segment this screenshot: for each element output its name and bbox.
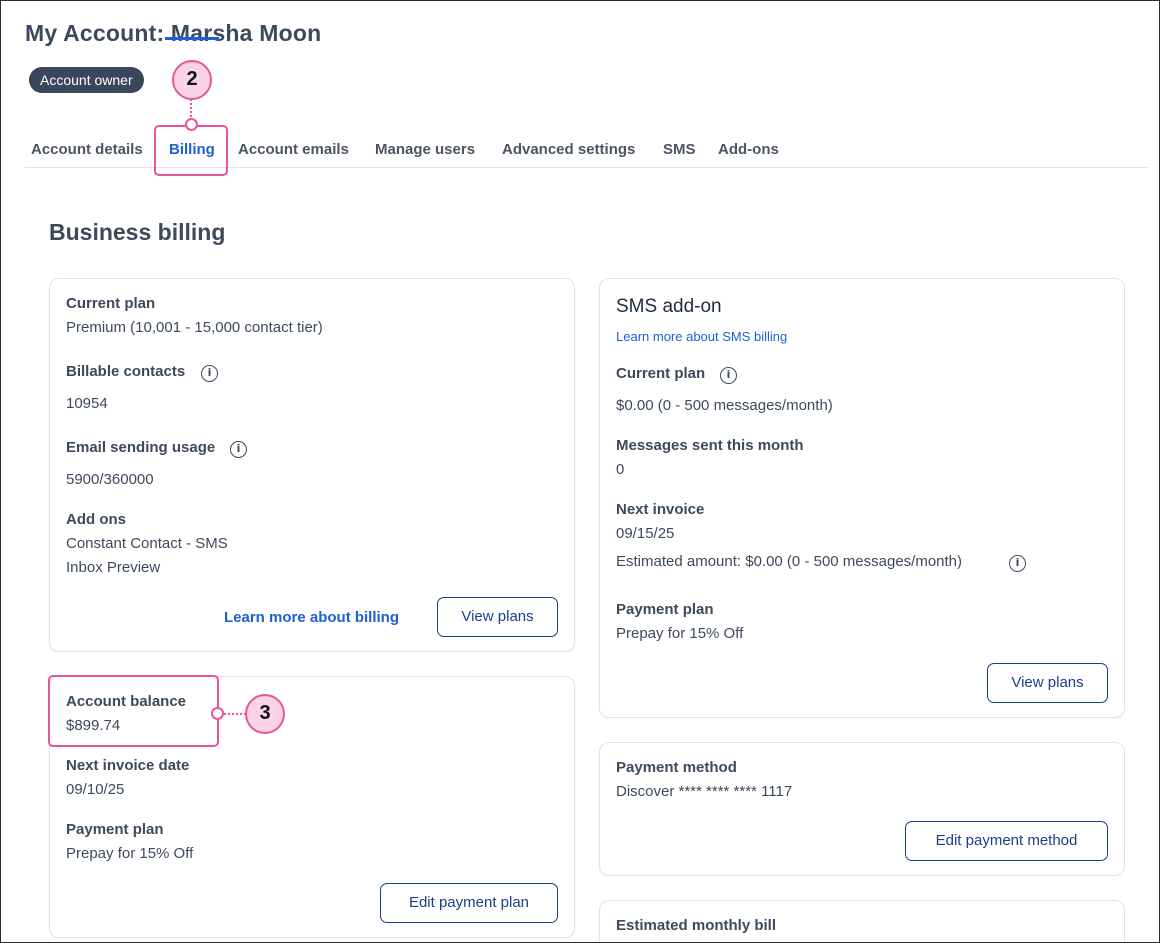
- addons-label: Add ons: [66, 511, 126, 528]
- billable-contacts-value: 10954: [66, 395, 108, 412]
- account-balance-highlight: [48, 675, 219, 747]
- email-usage-value: 5900/360000: [66, 471, 154, 488]
- account-page: My Account: Marsha Moon Account owner Ac…: [0, 0, 1160, 943]
- account-owner-badge: Account owner: [29, 67, 144, 93]
- sms-payment-plan-label: Payment plan: [616, 601, 714, 618]
- page-title: My Account: Marsha Moon: [25, 20, 322, 46]
- sms-current-plan-value: $0.00 (0 - 500 messages/month): [616, 397, 833, 414]
- sms-payment-plan-value: Prepay for 15% Off: [616, 625, 744, 642]
- current-plan-label: Current plan: [66, 295, 156, 312]
- active-tab-underline: [165, 37, 219, 40]
- payment-plan-label: Payment plan: [66, 821, 164, 838]
- addon-item: Constant Contact - SMS: [66, 535, 228, 552]
- payment-method-card: Payment method Discover **** **** **** 1…: [599, 742, 1125, 876]
- callout-marker-2: 2: [172, 60, 212, 100]
- callout-anchor-dot: [211, 707, 224, 720]
- info-icon[interactable]: i: [720, 367, 737, 384]
- messages-sent-label: Messages sent this month: [616, 437, 804, 454]
- next-invoice-date-label: Next invoice date: [66, 757, 190, 774]
- callout-connector: [224, 713, 246, 715]
- messages-sent-value: 0: [616, 461, 625, 478]
- edit-payment-plan-button[interactable]: Edit payment plan: [380, 883, 558, 923]
- tab-sms[interactable]: SMS: [663, 141, 696, 158]
- view-plans-button[interactable]: View plans: [437, 597, 558, 637]
- next-invoice-date-value: 09/10/25: [66, 781, 125, 798]
- sms-next-invoice-date: 09/15/25: [616, 525, 675, 542]
- info-icon[interactable]: i: [201, 365, 218, 382]
- callout-marker-3: 3: [245, 694, 285, 734]
- billable-contacts-label: Billable contacts: [66, 363, 186, 380]
- sms-addon-card: SMS add-on Learn more about SMS billing …: [599, 278, 1125, 718]
- current-plan-value: Premium (10,001 - 15,000 contact tier): [66, 319, 323, 336]
- tab-advanced-settings[interactable]: Advanced settings: [502, 141, 635, 158]
- tab-account-details[interactable]: Account details: [31, 141, 143, 158]
- estimated-monthly-bill-card: Estimated monthly bill: [599, 900, 1125, 942]
- callout-anchor-dot: [185, 118, 198, 131]
- section-title: Business billing: [49, 219, 226, 245]
- payment-method-label: Payment method: [616, 759, 737, 776]
- learn-more-billing-link[interactable]: Learn more about billing: [224, 609, 399, 626]
- sms-addon-title: SMS add-on: [616, 296, 722, 317]
- tab-manage-users[interactable]: Manage users: [375, 141, 475, 158]
- sms-current-plan-label: Current plan: [616, 365, 706, 382]
- email-usage-label: Email sending usage: [66, 439, 216, 456]
- info-icon[interactable]: i: [230, 441, 247, 458]
- payment-plan-value: Prepay for 15% Off: [66, 845, 194, 862]
- billing-tab-highlight: [154, 125, 228, 176]
- sms-next-invoice-label: Next invoice: [616, 501, 705, 518]
- sms-view-plans-button[interactable]: View plans: [987, 663, 1108, 703]
- edit-payment-method-button[interactable]: Edit payment method: [905, 821, 1108, 861]
- current-plan-card: Current plan Premium (10,001 - 15,000 co…: [49, 278, 575, 652]
- tab-add-ons[interactable]: Add-ons: [718, 141, 779, 158]
- info-icon[interactable]: i: [1009, 555, 1026, 572]
- tab-account-emails[interactable]: Account emails: [238, 141, 349, 158]
- addon-item: Inbox Preview: [66, 559, 161, 576]
- learn-more-sms-link[interactable]: Learn more about SMS billing: [616, 329, 787, 344]
- sms-estimated-amount: Estimated amount: $0.00 (0 - 500 message…: [616, 553, 963, 570]
- payment-method-value: Discover **** **** **** 1117: [616, 783, 793, 800]
- estimated-monthly-bill-label: Estimated monthly bill: [616, 917, 777, 934]
